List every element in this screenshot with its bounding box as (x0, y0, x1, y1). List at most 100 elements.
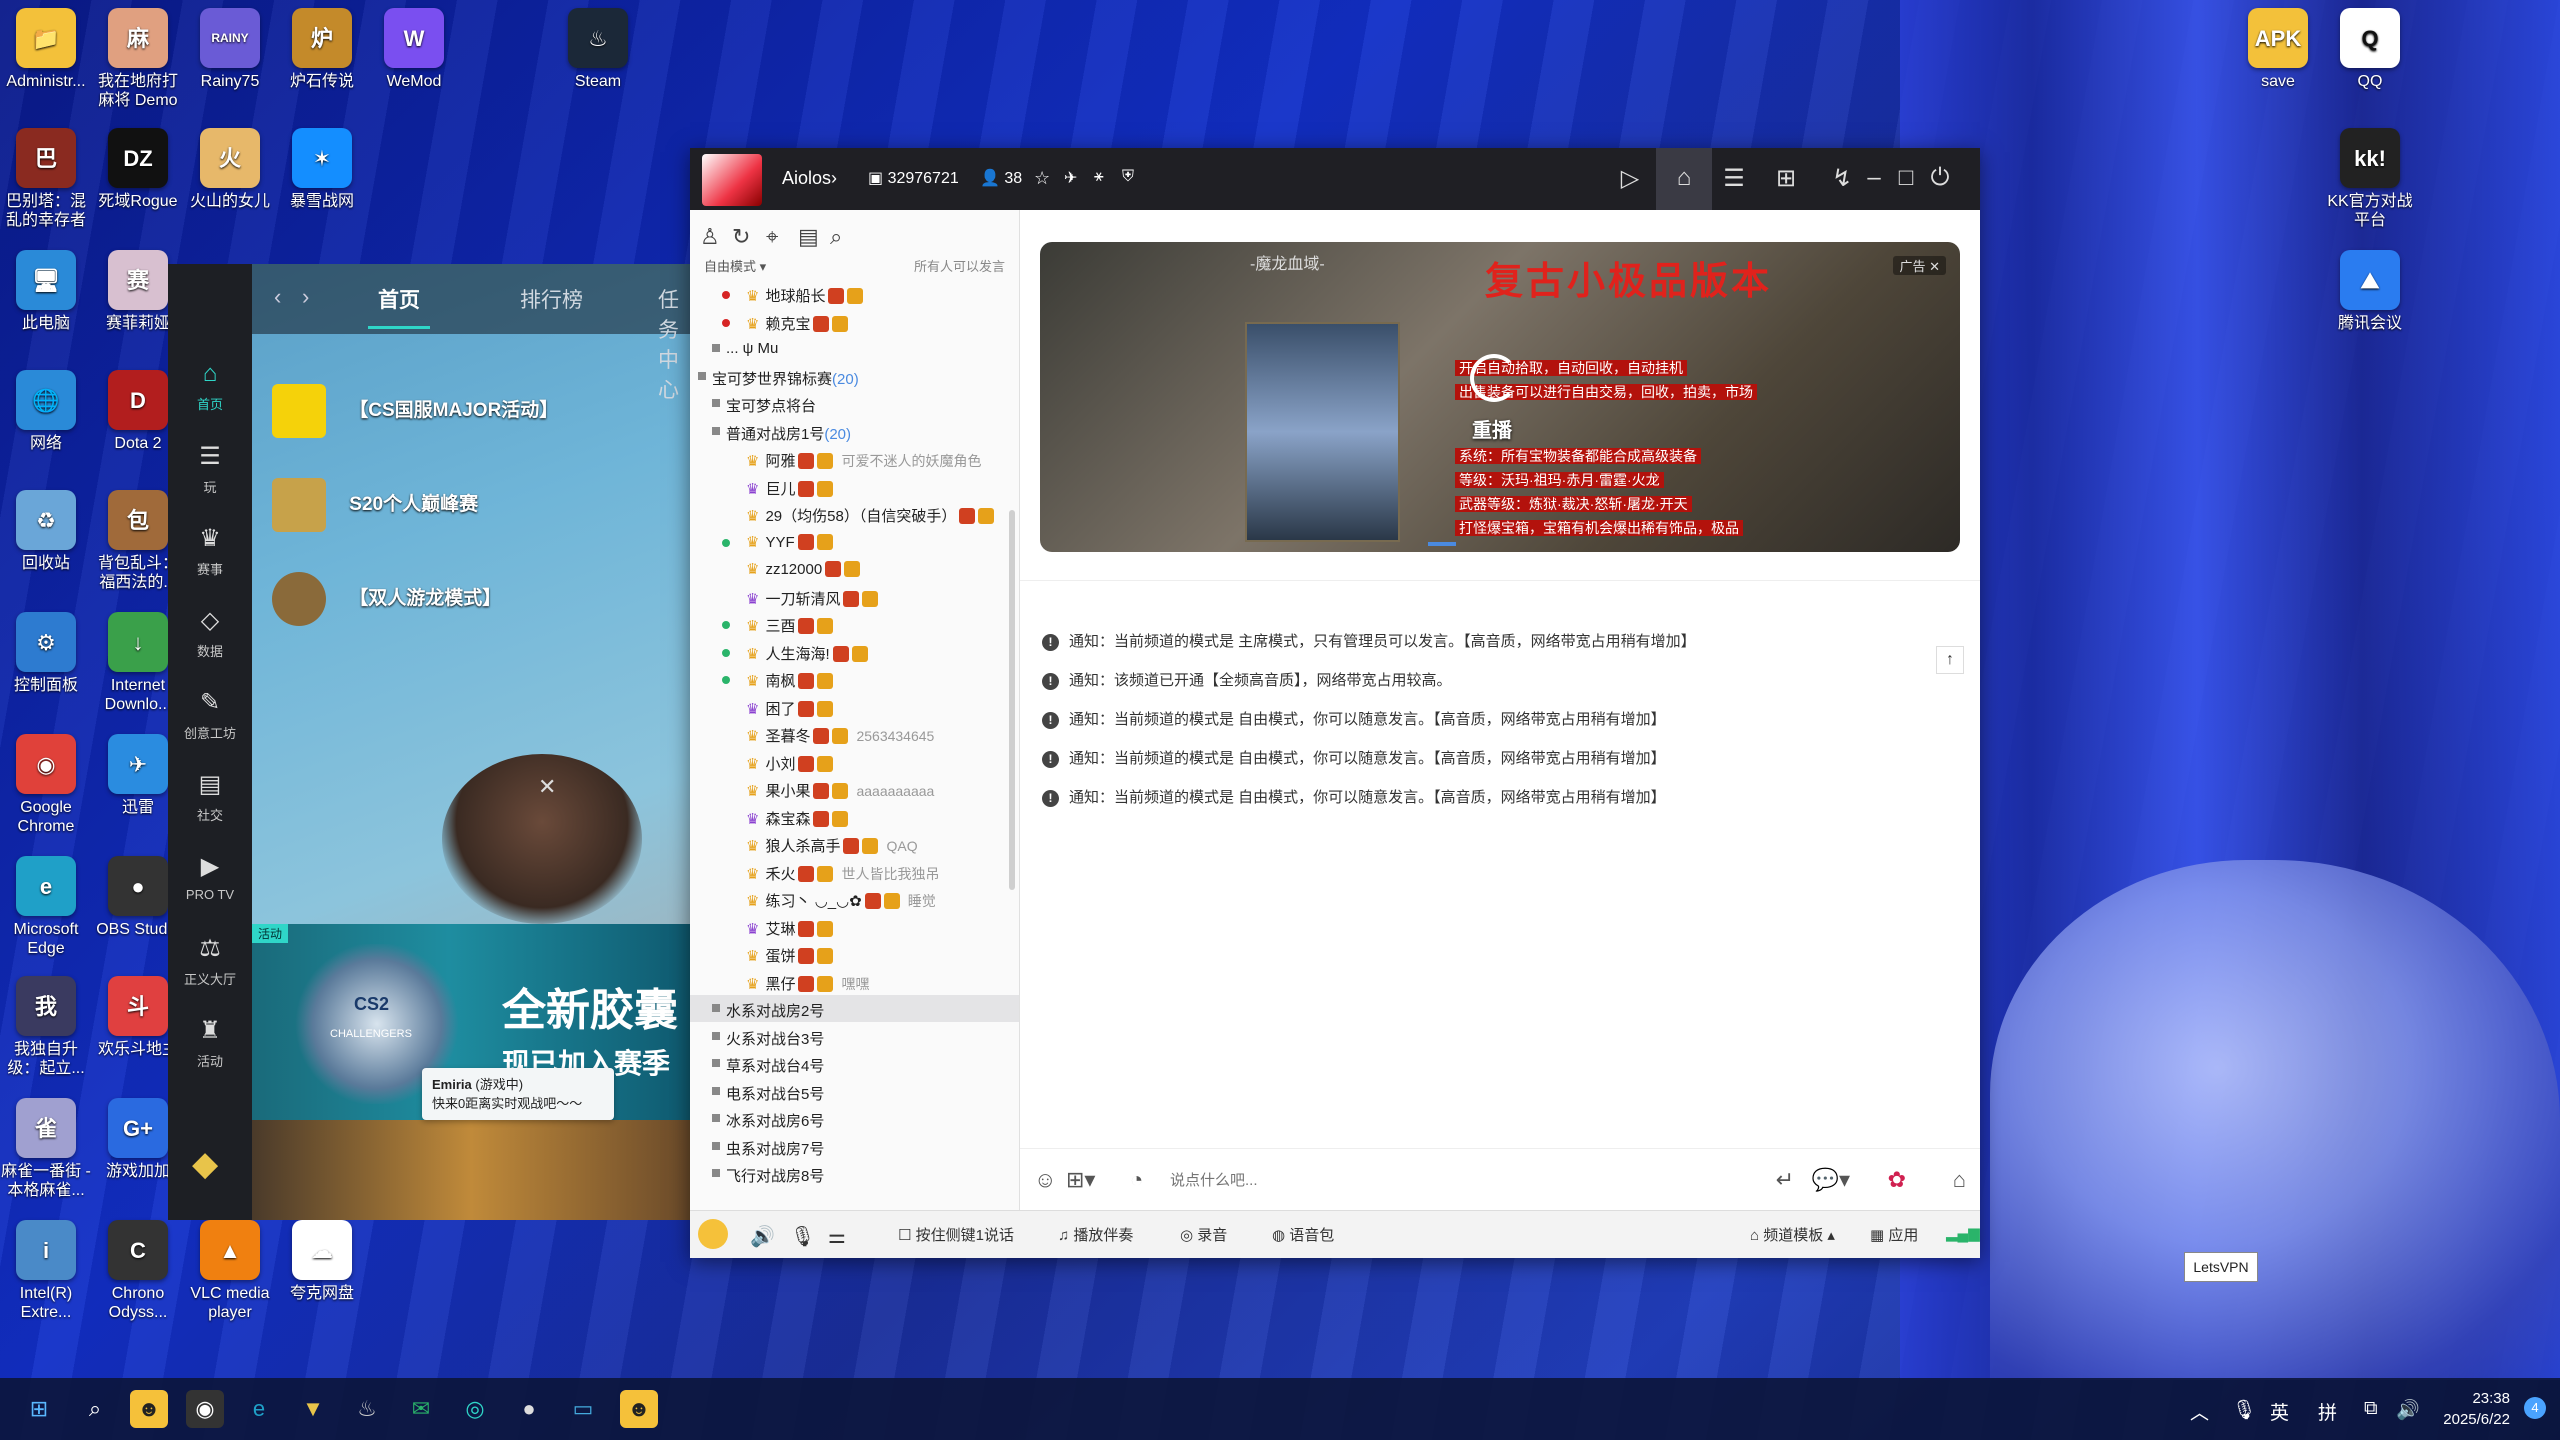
desktop-icon[interactable]: W WeMod (368, 8, 460, 91)
ime-language[interactable]: 英 (2270, 1398, 2289, 1425)
game-nav-item[interactable]: ☰ 玩 (168, 442, 252, 496)
game-icon[interactable]: ⊞▾ (1066, 1167, 1095, 1193)
desktop-icon[interactable]: ⛰ 腾讯会议 (2324, 250, 2416, 333)
member-row[interactable]: ♛ 小刘 (690, 748, 1019, 775)
emoji-icon[interactable]: ☺ (1034, 1167, 1056, 1193)
desktop-icon[interactable]: ⚙ 控制面板 (0, 612, 92, 695)
member-row[interactable]: ♛ 困了 (690, 693, 1019, 720)
tab-missions[interactable]: 任务中心 (658, 284, 690, 404)
gem-icon[interactable]: ◆ (192, 1144, 218, 1184)
shield-icon[interactable]: ⛨ (1122, 168, 1134, 186)
equalizer-icon[interactable]: ⚌ (828, 1224, 846, 1249)
channel-row[interactable]: 电系对战台5号 (690, 1078, 1019, 1105)
home-icon[interactable]: ⌂ (1656, 148, 1712, 210)
yy-logo-icon[interactable] (698, 1219, 728, 1249)
desktop-icon[interactable]: kk! KK官方对战平台 (2324, 128, 2416, 230)
game-nav-item[interactable]: ✎ 创意工坊 (168, 688, 252, 742)
forward-arrow-icon[interactable]: › (302, 284, 309, 310)
member-row[interactable]: ♛ 南枫 (690, 665, 1019, 692)
event-s20[interactable]: S20个人巅峰赛 (272, 478, 478, 532)
desktop-icon[interactable]: ◉ Google Chrome (0, 734, 92, 836)
channel-row[interactable]: 水系对战房2号 (690, 995, 1019, 1022)
desktop-icon[interactable]: 雀麻雀一番街 - 本格麻雀... (0, 1098, 92, 1200)
channel-avatar[interactable] (702, 154, 762, 206)
desktop-icon[interactable]: 巴巴别塔：混乱的幸存者 (0, 128, 92, 230)
desktop-icon[interactable]: Q QQ (2324, 8, 2416, 91)
ad-close-button[interactable]: 广告 ✕ (1893, 256, 1946, 275)
replay-button[interactable]: 重播 (1472, 414, 1512, 443)
search-icon[interactable]: ⌕ (830, 224, 842, 250)
clock[interactable]: 23:38 2025/6/22 (2443, 1388, 2510, 1430)
tree-scrollbar[interactable] (1009, 510, 1015, 890)
video-icon[interactable]: ▷ (1614, 164, 1646, 193)
ptt-toggle[interactable]: ☐ 按住侧键1说话 (898, 1224, 1014, 1245)
desktop-icon[interactable]: 麻我在地府打麻将 Demo (92, 8, 184, 110)
voice-pack-button[interactable]: ◍ 语音包 (1272, 1224, 1334, 1245)
game-nav-item[interactable]: ▶ PRO TV (168, 852, 252, 902)
desktop-icon[interactable]: 我我独自升级：起立... (0, 976, 92, 1078)
desktop-icon[interactable]: i Intel(R) Extre... (0, 1220, 92, 1322)
member-row[interactable]: ♛ 艾琳 (690, 913, 1019, 940)
member-row[interactable]: ♛ YYF (690, 528, 1019, 555)
ad-banner[interactable]: -魔龙血域- 复古小极品版本 广告 ✕ 开启自动拾取，自动回收，自动挂机 出售装… (1040, 242, 1960, 552)
terminal-taskbar-icon[interactable]: ▭ (564, 1390, 602, 1428)
member-row[interactable]: ♛ 巨儿 (690, 473, 1019, 500)
desktop-icon[interactable]: APK save (2232, 8, 2324, 91)
desktop-icon[interactable]: ♻ 回收站 (0, 490, 92, 573)
wechat-taskbar-icon[interactable]: ✉ (402, 1390, 440, 1428)
desktop-icon[interactable]: 📁 Administr... (0, 8, 92, 91)
game-nav-item[interactable]: ⚖ 正义大厅 (168, 934, 252, 988)
volume-icon[interactable]: 🔊 (2396, 1398, 2420, 1422)
tray-expand-icon[interactable]: ︿ (2190, 1398, 2209, 1425)
windows-start-icon[interactable]: ⊞ (20, 1390, 58, 1428)
desktop-icon[interactable]: ♨ Steam (552, 8, 644, 91)
channel-title[interactable]: Aiolos› (782, 168, 837, 189)
edge-taskbar-icon[interactable]: e (240, 1390, 278, 1428)
member-row[interactable]: ♛ 赖克宝 (690, 308, 1019, 335)
obs-taskbar-icon[interactable]: ● (510, 1390, 548, 1428)
member-row[interactable]: ♛ 29（均伤58）（自信突破手） (690, 500, 1019, 527)
back-arrow-icon[interactable]: ‹ (274, 284, 281, 310)
game-taskbar-icon[interactable]: ▼ (294, 1390, 332, 1428)
template-button[interactable]: ⌂ 频道模板 ▴ (1750, 1224, 1835, 1245)
yy-taskbar-icon[interactable]: ☻ (130, 1390, 168, 1428)
mode-dropdown[interactable]: 自由模式 ▾ (704, 259, 766, 274)
member-row[interactable]: ♛ 黑仔 嘿嘿 (690, 968, 1019, 995)
desktop-icon[interactable]: 🖥 此电脑 (0, 250, 92, 333)
desktop-icon[interactable]: ▲ VLC media player (184, 1220, 276, 1322)
tab-home[interactable]: 首页 (368, 284, 430, 329)
member-row[interactable]: ♛ 禾火 世人皆比我独吊 (690, 858, 1019, 885)
steam-taskbar-icon[interactable]: ♨ (348, 1390, 386, 1428)
desktop-icon[interactable]: C Chrono Odyss... (92, 1220, 184, 1322)
list-icon[interactable]: ☰ (1718, 164, 1750, 193)
member-row[interactable]: ♛ 阿雅 可爱不迷人的妖魔角色 (690, 445, 1019, 472)
member-row[interactable]: ♛ 果小果 aaaaaaaaaa (690, 775, 1019, 802)
minimize-icon[interactable]: – (1858, 164, 1890, 192)
member-row[interactable]: ♛ 人生海海! (690, 638, 1019, 665)
scroll-top-button[interactable]: ↑ (1936, 646, 1964, 674)
desktop-icon[interactable]: 火火山的女儿 (184, 128, 276, 211)
desktop-icon[interactable]: e Microsoft Edge (0, 856, 92, 958)
member-row[interactable]: ♛ 三酉 (690, 610, 1019, 637)
yy-active-taskbar-icon[interactable]: ☻ (620, 1390, 658, 1428)
search-icon[interactable]: ⌕ (76, 1390, 114, 1428)
chat-bubble-icon[interactable]: 💬▾ (1812, 1167, 1850, 1193)
app-taskbar-icon[interactable]: ◎ (456, 1390, 494, 1428)
apps-button[interactable]: ▦ 应用 (1870, 1224, 1918, 1245)
power-icon[interactable]: ⏻ (1924, 164, 1956, 192)
maximize-icon[interactable]: □ (1890, 164, 1922, 192)
download-icon[interactable]: ↯ (1826, 164, 1858, 193)
mic-tray-icon[interactable]: 🎙 (2232, 1398, 2256, 1422)
refresh-icon[interactable]: ↻ (732, 224, 750, 250)
plane-icon[interactable]: ✈ (1064, 168, 1077, 188)
ime-mode[interactable]: 拼 (2318, 1398, 2337, 1425)
member-row[interactable]: ♛ 圣暮冬 2563434645 (690, 720, 1019, 747)
member-row[interactable]: ♛ 练习丶 ◡_◡✿ 睡觉 (690, 885, 1019, 912)
record-button[interactable]: ◎ 录音 (1180, 1224, 1227, 1245)
microphone-icon[interactable]: 🎙 (790, 1224, 815, 1249)
channel-row[interactable]: 草系对战台4号 (690, 1050, 1019, 1077)
channel-row[interactable]: ... ψ Mu (690, 335, 1019, 362)
channel-row[interactable]: 宝可梦世界锦标赛(20) (690, 363, 1019, 390)
gift-icon[interactable]: ⌂ (1953, 1167, 1966, 1193)
member-row[interactable]: ♛ 蛋饼 (690, 940, 1019, 967)
